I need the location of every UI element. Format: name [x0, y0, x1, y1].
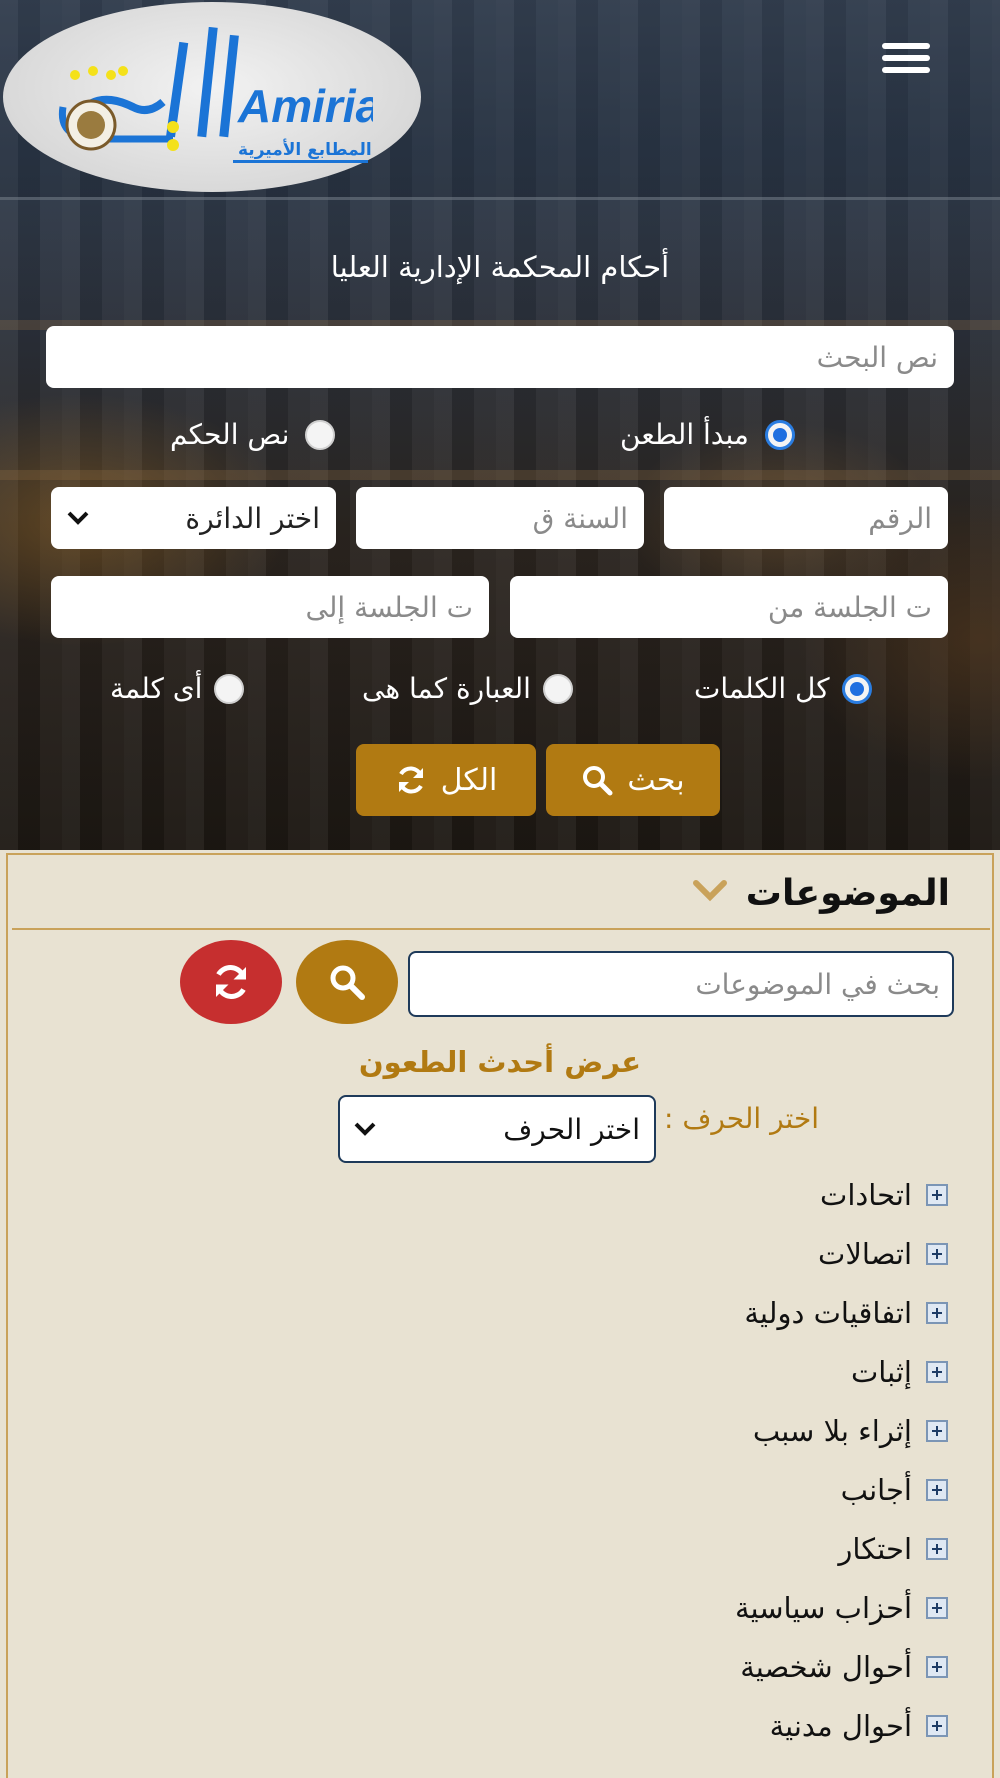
logo[interactable]: Amiria المطابع الأميرية: [3, 2, 421, 192]
scope-option-principle[interactable]: مبدأ الطعن: [620, 418, 795, 451]
letter-filter-label: اختر الحرف :: [664, 1102, 820, 1135]
match-exact-phrase[interactable]: العبارة كما هى: [362, 672, 573, 705]
expand-plus-icon[interactable]: [926, 1478, 948, 1501]
topic-item[interactable]: احتكار: [348, 1519, 948, 1578]
radio-selected-icon[interactable]: [841, 673, 872, 704]
search-button[interactable]: بحث: [546, 744, 720, 816]
search-icon: [583, 766, 613, 796]
page-title: أحكام المحكمة الإدارية العليا: [330, 250, 670, 284]
topics-search-input[interactable]: بحث في الموضوعات: [408, 951, 954, 1017]
topic-label: اتصالات: [818, 1236, 912, 1271]
session-date-to-input[interactable]: ت الجلسة إلى: [51, 576, 489, 638]
expand-plus-icon[interactable]: [926, 1360, 948, 1383]
topic-item[interactable]: أحوال شخصية: [348, 1637, 948, 1696]
topic-label: إثراء بلا سبب: [752, 1413, 912, 1448]
logo-wordmark: Amiria: [237, 80, 373, 132]
match-all-words[interactable]: كل الكلمات: [694, 672, 872, 705]
expand-plus-icon[interactable]: [926, 1301, 948, 1324]
expand-plus-icon[interactable]: [926, 1242, 948, 1265]
match-option-label: كل الكلمات: [694, 672, 830, 705]
expand-plus-icon[interactable]: [926, 1183, 948, 1206]
reset-button-label: الكل: [440, 762, 498, 798]
radio-selected-icon[interactable]: [764, 419, 795, 450]
topic-label: اتحادات: [820, 1177, 912, 1212]
chevron-down-icon: [354, 1122, 376, 1136]
topic-item[interactable]: أجانب: [348, 1460, 948, 1519]
topic-label: أحوال شخصية: [740, 1649, 912, 1684]
chevron-down-icon: [67, 506, 89, 531]
scope-option-label: نص الحكم: [170, 418, 290, 451]
radio-icon[interactable]: [214, 673, 245, 704]
logo-subtitle: المطابع الأميرية: [238, 139, 372, 160]
search-button-label: بحث: [627, 762, 685, 798]
search-text-input[interactable]: نص البحث: [46, 326, 954, 388]
topic-label: أجانب: [840, 1472, 912, 1507]
expand-plus-icon[interactable]: [926, 1714, 948, 1737]
radio-icon[interactable]: [305, 419, 336, 450]
search-icon: [330, 965, 365, 1000]
refresh-icon: [398, 766, 423, 794]
radio-icon[interactable]: [542, 673, 573, 704]
topic-label: أحوال مدنية: [769, 1708, 912, 1743]
topic-item[interactable]: اتصالات: [348, 1224, 948, 1283]
hero-banner: Amiria المطابع الأميرية أحكام المحكمة ال…: [0, 0, 1000, 850]
shelf-decoration: [0, 470, 1000, 480]
topics-title: الموضوعات: [745, 873, 950, 914]
circuit-select[interactable]: اختر الدائرة: [51, 487, 336, 549]
chevron-down-icon[interactable]: [692, 877, 728, 905]
hamburger-menu-icon[interactable]: [878, 38, 934, 82]
reset-all-button[interactable]: الكل: [356, 744, 536, 816]
topic-item[interactable]: اتفاقيات دولية: [348, 1283, 948, 1342]
circuit-select-value: اختر الدائرة: [185, 501, 320, 535]
expand-plus-icon[interactable]: [926, 1655, 948, 1678]
refresh-icon: [216, 965, 246, 999]
latest-appeals-link[interactable]: عرض أحدث الطعون: [0, 1045, 1000, 1079]
amiria-logo-icon: Amiria المطابع الأميرية: [58, 27, 373, 163]
scope-option-label: مبدأ الطعن: [620, 418, 749, 451]
topics-reset-button[interactable]: [180, 940, 282, 1024]
topic-item[interactable]: أحوال مدنية: [348, 1696, 948, 1755]
topic-item[interactable]: أحزاب سياسية: [348, 1578, 948, 1637]
letter-select[interactable]: اختر الحرف: [338, 1095, 656, 1163]
topic-label: احتكار: [838, 1531, 912, 1566]
topic-item[interactable]: إثراء بلا سبب: [348, 1401, 948, 1460]
topic-item[interactable]: إثبات: [348, 1342, 948, 1401]
match-option-label: أى كلمة: [110, 672, 203, 705]
session-date-from-input[interactable]: ت الجلسة من: [510, 576, 948, 638]
topics-panel-header[interactable]: الموضوعات: [12, 855, 990, 930]
expand-plus-icon[interactable]: [926, 1537, 948, 1560]
scope-option-ruling-text[interactable]: نص الحكم: [170, 418, 336, 451]
topics-tree: اتحادات اتصالات اتفاقيات دولية إثبات إثر…: [348, 1165, 948, 1755]
number-input[interactable]: الرقم: [664, 487, 948, 549]
topics-search-button[interactable]: [296, 940, 398, 1024]
expand-plus-icon[interactable]: [926, 1596, 948, 1619]
match-any-word[interactable]: أى كلمة: [110, 672, 245, 705]
topic-label: أحزاب سياسية: [734, 1590, 912, 1625]
expand-plus-icon[interactable]: [926, 1419, 948, 1442]
match-option-label: العبارة كما هى: [362, 672, 531, 705]
letter-select-value: اختر الحرف: [503, 1112, 640, 1146]
year-input[interactable]: السنة ق: [356, 487, 644, 549]
topic-label: إثبات: [850, 1354, 912, 1389]
topic-item[interactable]: اتحادات: [348, 1165, 948, 1224]
topic-label: اتفاقيات دولية: [744, 1295, 912, 1330]
